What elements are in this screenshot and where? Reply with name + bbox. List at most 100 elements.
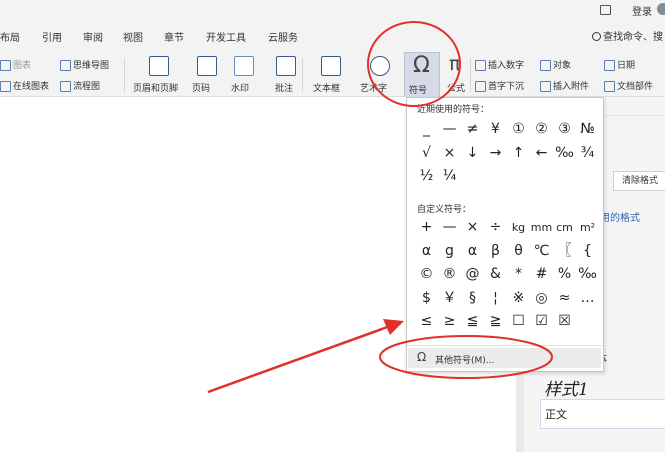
menu-view[interactable]: 视图 xyxy=(123,29,143,44)
site-watermark: jingyan xyxy=(578,398,626,411)
symbol-cell[interactable]: № xyxy=(576,118,599,142)
symbol-cell[interactable]: × xyxy=(438,142,461,166)
symbol-cell[interactable]: — xyxy=(438,118,461,142)
symbol-cell[interactable]: — xyxy=(438,216,461,240)
wordart-button[interactable]: 艺术字 xyxy=(360,81,387,94)
menu-cloud[interactable]: 云服务 xyxy=(268,29,298,44)
mindmap-icon xyxy=(60,60,71,71)
symbol-cell[interactable]: ≤ xyxy=(415,310,438,334)
symbol-cell[interactable]: β xyxy=(484,240,507,264)
symbol-cell[interactable]: … xyxy=(576,287,599,311)
chart-label: 图表 xyxy=(13,61,32,71)
symbol-button[interactable]: Ω 符号 xyxy=(404,52,440,98)
symbol-cell[interactable]: + xyxy=(415,216,438,240)
menu-review[interactable]: 审阅 xyxy=(83,29,103,44)
symbol-cell[interactable]: ☒ xyxy=(553,310,576,334)
more-symbols-button[interactable]: Ω 其他符号(M)... xyxy=(408,348,601,368)
date-button[interactable]: 日期 xyxy=(604,58,635,71)
symbol-cell[interactable]: * xyxy=(507,263,530,287)
symbol-cell[interactable]: { xyxy=(576,240,599,264)
menu-layout[interactable]: 布局 xyxy=(0,29,20,44)
login-link[interactable]: 登录 xyxy=(632,3,652,18)
symbol-cell[interactable]: ① xyxy=(507,118,530,142)
comment-button[interactable]: 批注 xyxy=(275,81,293,94)
symbol-cell[interactable]: _ xyxy=(415,118,438,142)
flowchart-icon xyxy=(60,81,71,92)
drop-cap-button[interactable]: 首字下沉 xyxy=(475,79,524,92)
symbol-cell[interactable]: cm xyxy=(553,216,576,240)
symbol-cell[interactable]: → xyxy=(484,142,507,166)
symbol-cell[interactable]: ← xyxy=(530,142,553,166)
symbol-cell[interactable]: @ xyxy=(461,263,484,287)
symbol-cell[interactable]: α xyxy=(461,240,484,264)
symbol-cell[interactable]: α xyxy=(415,240,438,264)
symbol-cell[interactable]: ☐ xyxy=(507,310,530,334)
command-search[interactable]: 查找命令、搜 xyxy=(592,28,663,43)
symbol-cell[interactable]: # xyxy=(530,263,553,287)
symbol-cell[interactable]: m² xyxy=(576,216,599,240)
symbol-cell[interactable]: ≠ xyxy=(461,118,484,142)
watermark-icon xyxy=(234,56,254,76)
symbol-cell[interactable]: × xyxy=(461,216,484,240)
applied-format-link[interactable]: 用的格式 xyxy=(600,209,640,224)
formula-button[interactable]: 公式 xyxy=(447,81,465,94)
symbol-cell[interactable]: ¦ xyxy=(484,287,507,311)
symbol-cell[interactable]: ↑ xyxy=(507,142,530,166)
attachment-button[interactable]: 插入附件 xyxy=(540,79,589,92)
menu-section[interactable]: 章节 xyxy=(164,29,184,44)
omega-icon: Ω xyxy=(413,53,430,78)
style-name[interactable]: 样式1 xyxy=(544,375,589,400)
symbol-cell[interactable]: ¼ xyxy=(438,165,461,189)
symbol-cell[interactable]: ¥ xyxy=(484,118,507,142)
symbol-cell[interactable]: ≧ xyxy=(484,310,507,334)
symbol-cell[interactable]: ≦ xyxy=(461,310,484,334)
symbol-cell[interactable]: ② xyxy=(530,118,553,142)
clear-format-button[interactable]: 清除格式 xyxy=(613,171,665,191)
symbol-cell[interactable]: ‰ xyxy=(576,263,599,287)
symbol-cell[interactable]: ☑ xyxy=(530,310,553,334)
menu-references[interactable]: 引用 xyxy=(42,29,62,44)
symbol-cell[interactable]: ③ xyxy=(553,118,576,142)
online-chart-button[interactable]: 在线图表 xyxy=(0,79,49,92)
symbol-cell[interactable]: % xyxy=(553,263,576,287)
mindmap-button[interactable]: 思维导图 xyxy=(60,58,109,71)
recent-symbols-header: 近期使用的符号： xyxy=(417,105,490,115)
avatar[interactable] xyxy=(657,3,665,15)
flowchart-button[interactable]: 流程图 xyxy=(60,79,100,92)
symbol-cell[interactable]: ↓ xyxy=(461,142,484,166)
symbol-cell[interactable]: ￥ xyxy=(438,287,461,311)
symbol-cell[interactable]: ‰ xyxy=(553,142,576,166)
search-placeholder: 查找命令、搜 xyxy=(603,32,663,43)
symbol-cell[interactable]: ® xyxy=(438,263,461,287)
window-mode-icon[interactable] xyxy=(600,5,611,15)
symbol-label: 符号 xyxy=(409,86,428,96)
watermark-button[interactable]: 水印 xyxy=(231,81,249,94)
textbox-button[interactable]: 文本框 xyxy=(313,81,340,94)
symbol-cell[interactable]: $ xyxy=(415,287,438,311)
symbol-cell[interactable]: ※ xyxy=(507,287,530,311)
header-footer-button[interactable]: 页眉和页脚 xyxy=(133,81,178,94)
insert-number-button[interactable]: 插入数字 xyxy=(475,58,524,71)
symbol-cell[interactable]: § xyxy=(461,287,484,311)
symbol-cell[interactable]: θ xyxy=(507,240,530,264)
symbol-cell[interactable]: 〖 xyxy=(553,240,576,264)
symbol-cell[interactable]: √ xyxy=(415,142,438,166)
paperclip-icon xyxy=(540,81,551,92)
symbol-cell[interactable]: ℃ xyxy=(530,240,553,264)
symbol-cell[interactable]: ≈ xyxy=(553,287,576,311)
symbol-cell[interactable]: © xyxy=(415,263,438,287)
object-button[interactable]: 对象 xyxy=(540,58,571,71)
chart-button[interactable]: 图表 xyxy=(0,58,31,71)
menu-developer[interactable]: 开发工具 xyxy=(206,29,246,44)
symbol-cell[interactable]: ≥ xyxy=(438,310,461,334)
symbol-cell[interactable]: ◎ xyxy=(530,287,553,311)
symbol-cell[interactable]: ¾ xyxy=(576,142,599,166)
symbol-cell[interactable]: kg xyxy=(507,216,530,240)
symbol-cell[interactable]: & xyxy=(484,263,507,287)
doc-parts-button[interactable]: 文档部件 xyxy=(604,79,653,92)
symbol-cell[interactable]: g xyxy=(438,240,461,264)
page-number-button[interactable]: 页码 xyxy=(192,81,210,94)
symbol-cell[interactable]: ½ xyxy=(415,165,438,189)
symbol-cell[interactable]: ÷ xyxy=(484,216,507,240)
symbol-cell[interactable]: mm xyxy=(530,216,553,240)
